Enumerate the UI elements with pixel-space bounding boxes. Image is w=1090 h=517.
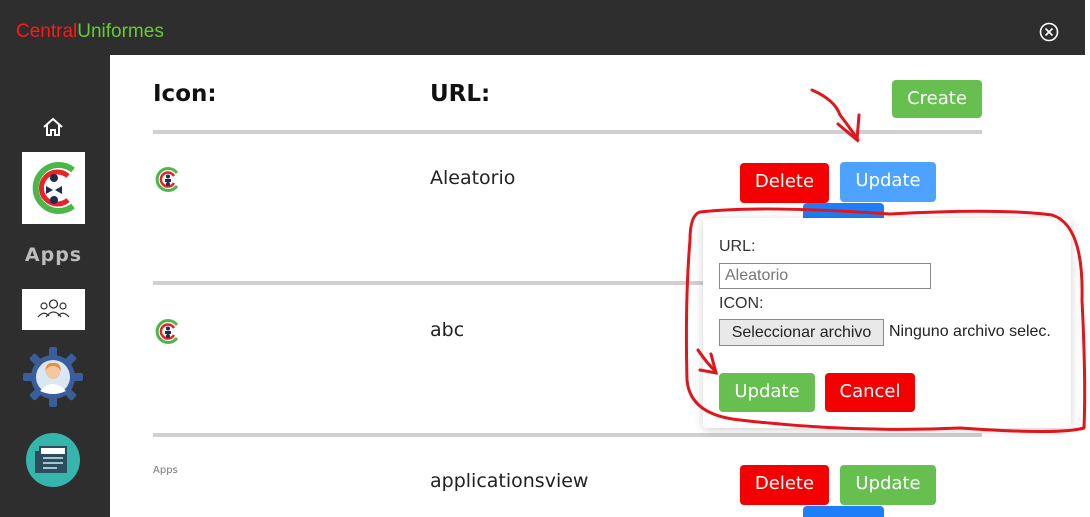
delete-button[interactable]: Delete	[740, 163, 829, 203]
sidebar-item-team[interactable]	[22, 289, 85, 330]
sidebar-item-apps[interactable]: Apps	[22, 244, 85, 266]
top-bar: CentralUniformes	[0, 0, 1085, 55]
popup-update-button[interactable]: Update	[719, 373, 815, 412]
update-button[interactable]: Update	[840, 465, 936, 505]
team-icon	[37, 299, 70, 318]
company-logo-icon	[155, 167, 179, 192]
home-icon[interactable]	[41, 116, 65, 138]
row-url-text: Aleatorio	[430, 167, 516, 189]
update-button[interactable]: Update	[840, 162, 936, 202]
sidebar-item-company[interactable]	[22, 152, 85, 224]
company-logo-icon	[155, 319, 179, 344]
delete-button[interactable]: Delete	[740, 465, 829, 505]
file-status-text: Ninguno archivo selec.	[889, 323, 1051, 340]
popup-cancel-button[interactable]: Cancel	[825, 373, 915, 412]
create-button[interactable]: Create	[892, 80, 982, 118]
apps-icon: Apps	[153, 465, 178, 476]
choose-file-button[interactable]: Seleccionar archivo	[719, 319, 884, 346]
partial-button[interactable]	[803, 506, 884, 517]
news-icon[interactable]	[26, 433, 80, 487]
user-settings-gear-icon[interactable]	[23, 347, 83, 407]
brand-logo[interactable]: CentralUniformes	[16, 21, 164, 43]
company-logo-icon	[32, 162, 75, 214]
column-header-icon: Icon:	[153, 81, 217, 107]
row-url-text: applicationsview	[430, 470, 589, 492]
url-label: URL:	[719, 238, 756, 255]
close-circle-icon[interactable]	[1039, 22, 1059, 42]
icon-label: ICON:	[719, 295, 764, 312]
update-popup: URL: ICON: Seleccionar archivo Ninguno a…	[703, 218, 1071, 428]
column-header-url: URL:	[430, 81, 491, 107]
brand-name-part1: Central	[16, 21, 78, 42]
brand-name-part2: Uniformes	[77, 21, 164, 42]
row-url-text: abc	[430, 319, 465, 341]
row-divider	[153, 433, 982, 437]
header-divider	[153, 130, 982, 134]
url-input[interactable]	[719, 263, 931, 289]
